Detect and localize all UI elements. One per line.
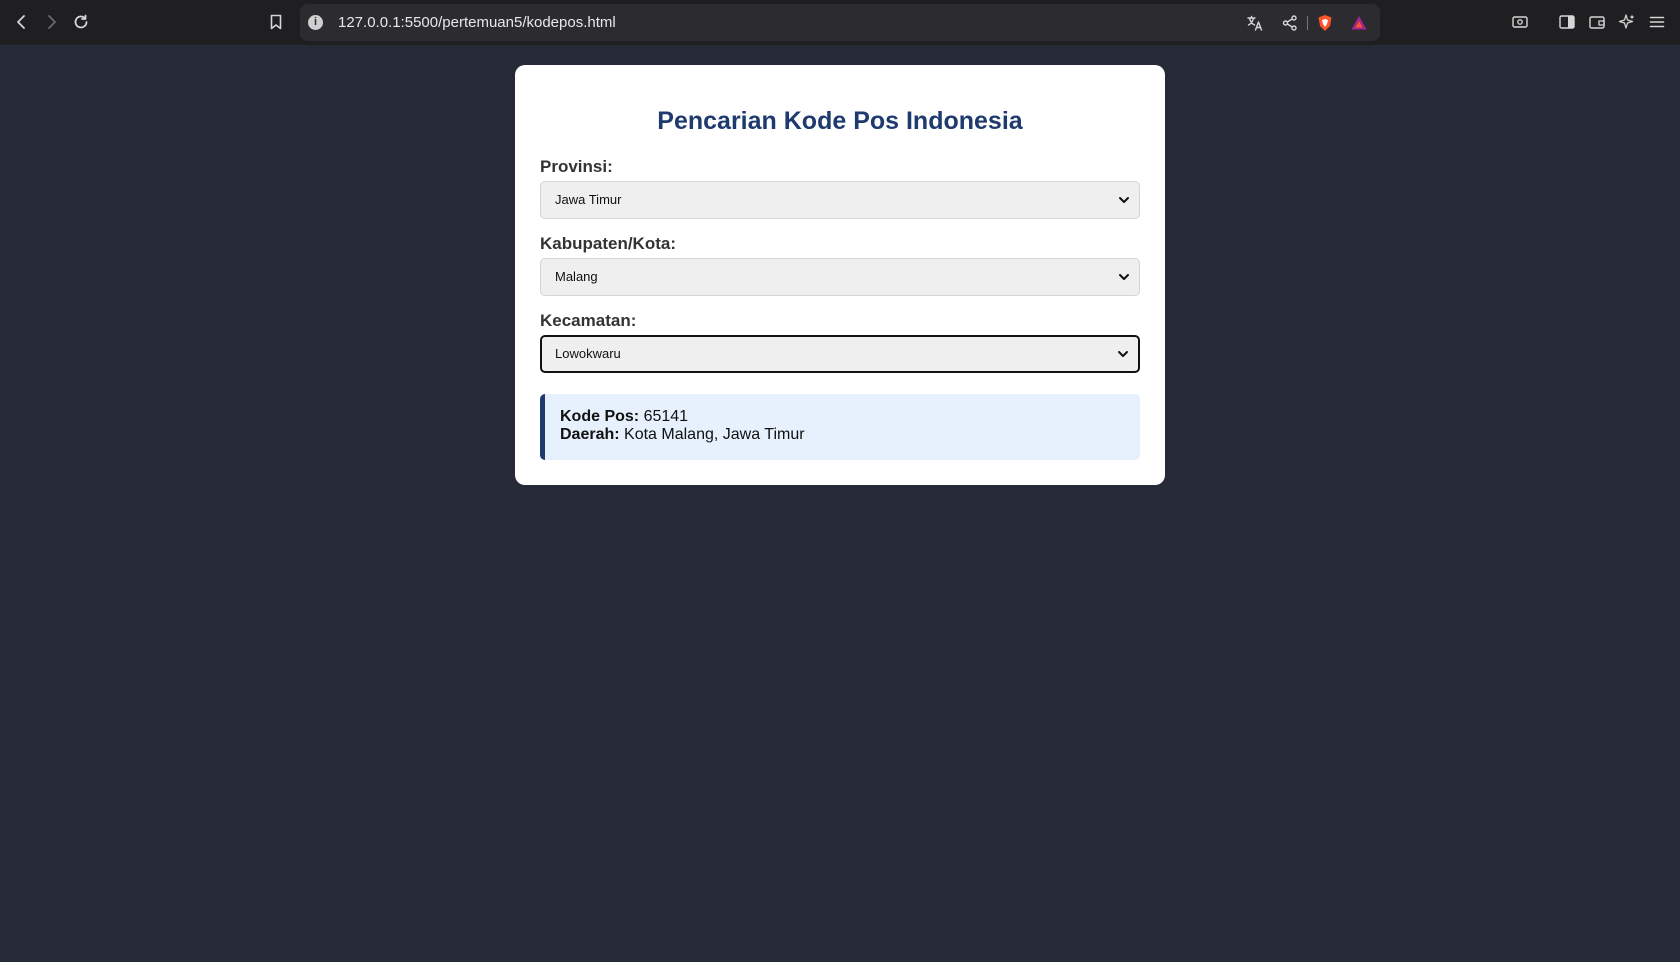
url-text[interactable]: 127.0.0.1:5500/pertemuan5/kodepos.html [338,4,616,41]
kecamatan-label: Kecamatan: [540,311,637,330]
kode-pos-value: 65141 [643,408,689,425]
brave-shield-icon[interactable] [1316,14,1334,32]
site-info-icon[interactable]: i [308,15,323,30]
wallet-icon[interactable] [1584,9,1610,35]
browser-toolbar: i 127.0.0.1:5500/pertemuan5/kodepos.html [0,0,1680,45]
forward-icon[interactable] [38,9,64,35]
daerah-label: Daerah: [560,426,620,443]
kode-pos-line: Kode Pos: 65141 [560,408,1140,426]
daerah-line: Daerah: Kota Malang, Jawa Timur [560,426,1140,444]
kode-pos-label: Kode Pos: [560,408,640,425]
back-icon[interactable] [9,9,35,35]
result-box: Kode Pos: 65141 Daerah: Kota Malang, Jaw… [540,394,1140,460]
address-bar[interactable]: i 127.0.0.1:5500/pertemuan5/kodepos.html [300,4,1380,41]
provinsi-label: Provinsi: [540,157,613,176]
kabupaten-selected-value: Malang [555,269,598,284]
daerah-value: Kota Malang, Jawa Timur [624,426,805,443]
provinsi-selected-value: Jawa Timur [555,192,622,207]
chevron-down-icon [1119,197,1129,203]
translate-icon[interactable] [1246,14,1264,32]
brave-rewards-icon[interactable] [1350,14,1368,32]
kabupaten-select[interactable]: Malang [540,258,1140,296]
kecamatan-selected-value: Lowokwaru [555,346,621,361]
menu-icon[interactable] [1644,9,1670,35]
chevron-down-icon [1119,274,1129,280]
reader-mode-icon[interactable] [1507,9,1533,35]
chevron-down-icon [1118,351,1128,357]
share-icon[interactable] [1281,14,1299,32]
bookmark-icon[interactable] [263,9,289,35]
reload-icon[interactable] [68,9,94,35]
page-title: Pencarian Kode Pos Indonesia [657,107,1023,135]
kecamatan-select[interactable]: Lowokwaru [540,335,1140,373]
kodepos-card: Pencarian Kode Pos Indonesia Provinsi: J… [515,65,1165,485]
leo-ai-icon[interactable] [1614,9,1640,35]
sidebar-icon[interactable] [1554,9,1580,35]
url-separator [1307,16,1308,30]
provinsi-select[interactable]: Jawa Timur [540,181,1140,219]
kabupaten-label: Kabupaten/Kota: [540,234,676,253]
